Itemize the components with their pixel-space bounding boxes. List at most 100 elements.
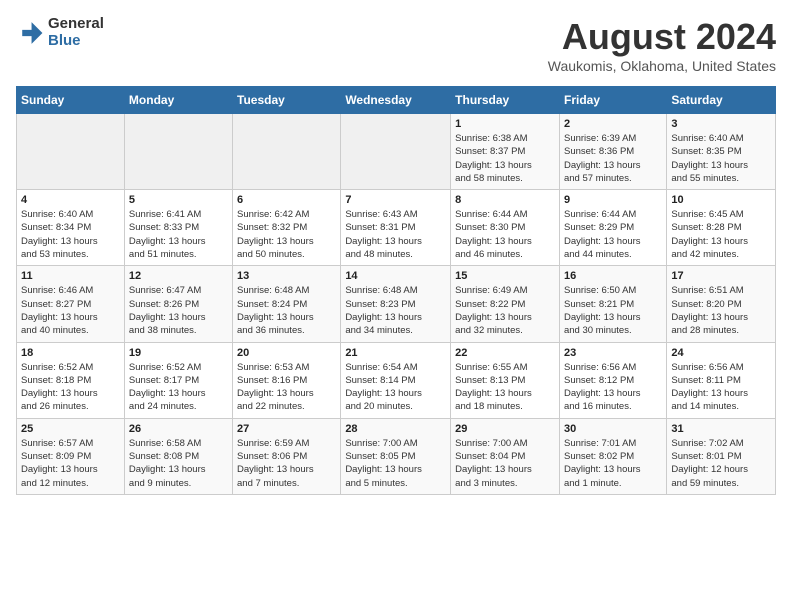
calendar-cell: 2 Sunrise: 6:39 AM Sunset: 8:36 PM Daylig… bbox=[559, 114, 666, 190]
calendar-cell: 9 Sunrise: 6:44 AM Sunset: 8:29 PM Daylig… bbox=[559, 190, 666, 266]
day-info: Sunrise: 6:46 AM Sunset: 8:27 PM Dayligh… bbox=[21, 284, 120, 337]
calendar-cell: 10 Sunrise: 6:45 AM Sunset: 8:28 PM Dayli… bbox=[667, 190, 776, 266]
calendar-cell: 6 Sunrise: 6:42 AM Sunset: 8:32 PM Daylig… bbox=[233, 190, 341, 266]
day-info: Sunrise: 6:38 AM Sunset: 8:37 PM Dayligh… bbox=[455, 132, 555, 185]
day-info: Sunrise: 6:52 AM Sunset: 8:18 PM Dayligh… bbox=[21, 361, 120, 414]
day-number: 27 bbox=[237, 423, 336, 435]
day-number: 6 bbox=[237, 194, 336, 206]
day-number: 9 bbox=[564, 194, 662, 206]
day-number: 21 bbox=[345, 347, 446, 359]
day-number: 17 bbox=[671, 270, 771, 282]
day-number: 3 bbox=[671, 118, 771, 130]
day-number: 7 bbox=[345, 194, 446, 206]
calendar-cell: 28Sunrise: 7:00 AM Sunset: 8:05 PM Dayli… bbox=[341, 418, 451, 494]
calendar-cell: 31 Sunrise: 7:02 AM Sunset: 8:01 PM Dayli… bbox=[667, 418, 776, 494]
day-number: 19 bbox=[129, 347, 228, 359]
day-info: Sunrise: 6:45 AM Sunset: 8:28 PM Dayligh… bbox=[671, 208, 771, 261]
calendar-cell: 22 Sunrise: 6:55 AM Sunset: 8:13 PM Dayli… bbox=[451, 342, 560, 418]
day-number: 10 bbox=[671, 194, 771, 206]
day-info: Sunrise: 6:42 AM Sunset: 8:32 PM Dayligh… bbox=[237, 208, 336, 261]
day-number: 16 bbox=[564, 270, 662, 282]
day-info: Sunrise: 6:43 AM Sunset: 8:31 PM Dayligh… bbox=[345, 208, 446, 261]
day-header-friday: Friday bbox=[559, 87, 666, 114]
calendar-body: 1 Sunrise: 6:38 AM Sunset: 8:37 PM Daylig… bbox=[17, 114, 776, 495]
calendar-cell: 16 Sunrise: 6:50 AM Sunset: 8:21 PM Dayli… bbox=[559, 266, 666, 342]
logo-text: General Blue bbox=[48, 16, 104, 49]
day-header-wednesday: Wednesday bbox=[341, 87, 451, 114]
day-info: Sunrise: 6:56 AM Sunset: 8:12 PM Dayligh… bbox=[564, 361, 662, 414]
month-title: August 2024 bbox=[548, 16, 776, 58]
day-info: Sunrise: 6:54 AM Sunset: 8:14 PM Dayligh… bbox=[345, 361, 446, 414]
calendar-cell: 20Sunrise: 6:53 AM Sunset: 8:16 PM Dayli… bbox=[233, 342, 341, 418]
day-number: 2 bbox=[564, 118, 662, 130]
day-number: 29 bbox=[455, 423, 555, 435]
calendar-cell: 14 Sunrise: 6:48 AM Sunset: 8:23 PM Dayli… bbox=[341, 266, 451, 342]
logo-icon bbox=[16, 19, 44, 47]
day-info: Sunrise: 6:40 AM Sunset: 8:34 PM Dayligh… bbox=[21, 208, 120, 261]
day-number: 31 bbox=[671, 423, 771, 435]
day-header-tuesday: Tuesday bbox=[233, 87, 341, 114]
day-header-saturday: Saturday bbox=[667, 87, 776, 114]
day-info: Sunrise: 6:48 AM Sunset: 8:24 PM Dayligh… bbox=[237, 284, 336, 337]
calendar-cell: 17 Sunrise: 6:51 AM Sunset: 8:20 PM Dayli… bbox=[667, 266, 776, 342]
calendar-cell: 12 Sunrise: 6:47 AM Sunset: 8:26 PM Dayli… bbox=[124, 266, 232, 342]
calendar-cell: 30Sunrise: 7:01 AM Sunset: 8:02 PM Dayli… bbox=[559, 418, 666, 494]
calendar-week-3: 11Sunrise: 6:46 AM Sunset: 8:27 PM Dayli… bbox=[17, 266, 776, 342]
logo-blue-text: Blue bbox=[48, 33, 104, 50]
calendar-cell bbox=[233, 114, 341, 190]
day-number: 24 bbox=[671, 347, 771, 359]
calendar-header: SundayMondayTuesdayWednesdayThursdayFrid… bbox=[17, 87, 776, 114]
calendar-cell: 4 Sunrise: 6:40 AM Sunset: 8:34 PM Daylig… bbox=[17, 190, 125, 266]
day-info: Sunrise: 6:47 AM Sunset: 8:26 PM Dayligh… bbox=[129, 284, 228, 337]
day-info: Sunrise: 6:41 AM Sunset: 8:33 PM Dayligh… bbox=[129, 208, 228, 261]
calendar-cell: 15Sunrise: 6:49 AM Sunset: 8:22 PM Dayli… bbox=[451, 266, 560, 342]
day-number: 18 bbox=[21, 347, 120, 359]
day-info: Sunrise: 6:49 AM Sunset: 8:22 PM Dayligh… bbox=[455, 284, 555, 337]
calendar-cell: 3Sunrise: 6:40 AM Sunset: 8:35 PM Daylig… bbox=[667, 114, 776, 190]
calendar-cell: 11Sunrise: 6:46 AM Sunset: 8:27 PM Dayli… bbox=[17, 266, 125, 342]
day-header-thursday: Thursday bbox=[451, 87, 560, 114]
day-number: 25 bbox=[21, 423, 120, 435]
calendar-cell: 24 Sunrise: 6:56 AM Sunset: 8:11 PM Dayli… bbox=[667, 342, 776, 418]
logo-general-text: General bbox=[48, 16, 104, 33]
day-number: 22 bbox=[455, 347, 555, 359]
day-info: Sunrise: 6:55 AM Sunset: 8:13 PM Dayligh… bbox=[455, 361, 555, 414]
calendar-cell: 23 Sunrise: 6:56 AM Sunset: 8:12 PM Dayli… bbox=[559, 342, 666, 418]
calendar-cell: 26Sunrise: 6:58 AM Sunset: 8:08 PM Dayli… bbox=[124, 418, 232, 494]
day-info: Sunrise: 6:48 AM Sunset: 8:23 PM Dayligh… bbox=[345, 284, 446, 337]
day-info: Sunrise: 6:51 AM Sunset: 8:20 PM Dayligh… bbox=[671, 284, 771, 337]
calendar-cell: 29Sunrise: 7:00 AM Sunset: 8:04 PM Dayli… bbox=[451, 418, 560, 494]
calendar-cell: 19 Sunrise: 6:52 AM Sunset: 8:17 PM Dayli… bbox=[124, 342, 232, 418]
day-number: 14 bbox=[345, 270, 446, 282]
calendar-cell bbox=[124, 114, 232, 190]
day-number: 26 bbox=[129, 423, 228, 435]
day-number: 12 bbox=[129, 270, 228, 282]
day-info: Sunrise: 6:59 AM Sunset: 8:06 PM Dayligh… bbox=[237, 437, 336, 490]
day-info: Sunrise: 6:44 AM Sunset: 8:29 PM Dayligh… bbox=[564, 208, 662, 261]
calendar-cell bbox=[17, 114, 125, 190]
day-number: 5 bbox=[129, 194, 228, 206]
location-text: Waukomis, Oklahoma, United States bbox=[548, 58, 776, 74]
day-number: 20 bbox=[237, 347, 336, 359]
day-number: 1 bbox=[455, 118, 555, 130]
day-info: Sunrise: 6:56 AM Sunset: 8:11 PM Dayligh… bbox=[671, 361, 771, 414]
calendar-cell: 1 Sunrise: 6:38 AM Sunset: 8:37 PM Daylig… bbox=[451, 114, 560, 190]
day-info: Sunrise: 6:57 AM Sunset: 8:09 PM Dayligh… bbox=[21, 437, 120, 490]
calendar-week-5: 25 Sunrise: 6:57 AM Sunset: 8:09 PM Dayli… bbox=[17, 418, 776, 494]
day-header-monday: Monday bbox=[124, 87, 232, 114]
day-number: 4 bbox=[21, 194, 120, 206]
day-number: 23 bbox=[564, 347, 662, 359]
day-info: Sunrise: 7:02 AM Sunset: 8:01 PM Dayligh… bbox=[671, 437, 771, 490]
calendar-table: SundayMondayTuesdayWednesdayThursdayFrid… bbox=[16, 86, 776, 495]
day-info: Sunrise: 6:52 AM Sunset: 8:17 PM Dayligh… bbox=[129, 361, 228, 414]
calendar-cell bbox=[341, 114, 451, 190]
day-number: 8 bbox=[455, 194, 555, 206]
day-number: 13 bbox=[237, 270, 336, 282]
day-header-sunday: Sunday bbox=[17, 87, 125, 114]
calendar-week-2: 4 Sunrise: 6:40 AM Sunset: 8:34 PM Daylig… bbox=[17, 190, 776, 266]
day-info: Sunrise: 6:50 AM Sunset: 8:21 PM Dayligh… bbox=[564, 284, 662, 337]
calendar-cell: 7 Sunrise: 6:43 AM Sunset: 8:31 PM Daylig… bbox=[341, 190, 451, 266]
page-header: General Blue August 2024 Waukomis, Oklah… bbox=[16, 16, 776, 74]
day-info: Sunrise: 6:39 AM Sunset: 8:36 PM Dayligh… bbox=[564, 132, 662, 185]
day-number: 30 bbox=[564, 423, 662, 435]
